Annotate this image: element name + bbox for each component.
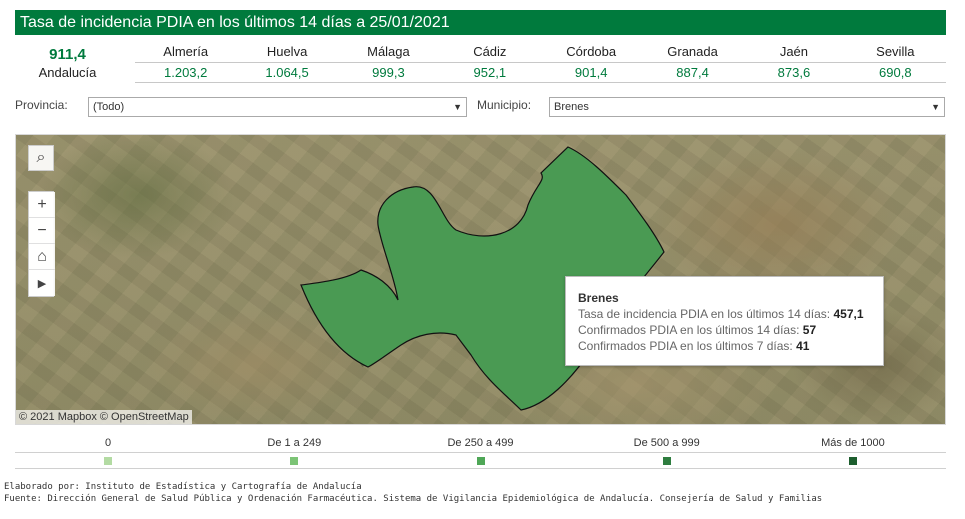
legend-swatch[interactable] — [104, 456, 113, 465]
municipality-filter-label: Municipio: — [477, 98, 532, 112]
tooltip-confirmed-14-row: Confirmados PDIA en los últimos 14 días:… — [578, 323, 817, 337]
legend: 0 De 1 a 249 De 250 a 499 De 500 a 999 M… — [15, 433, 946, 471]
municipality-tooltip: Brenes Tasa de incidencia PDIA en los úl… — [565, 276, 884, 366]
andalucia-total: 911,4 Andalucía — [15, 46, 120, 80]
footer-credit: Elaborado por: Instituto de Estadística … — [4, 482, 362, 492]
province-value: 999,3 — [372, 65, 405, 80]
footer: Elaborado por: Instituto de Estadística … — [4, 481, 822, 505]
map-view[interactable]: ⌕ + − ⌂ ▶ Brenes Tasa de incidencia PDIA… — [15, 134, 946, 425]
province-name: Córdoba — [566, 44, 617, 59]
municipality-select[interactable]: Brenes ▼ — [549, 97, 945, 117]
legend-swatches — [15, 453, 946, 469]
chevron-down-icon: ▼ — [453, 102, 462, 112]
map-attribution[interactable]: © 2021 Mapbox © OpenStreetMap — [16, 410, 192, 424]
province-select[interactable]: (Todo) ▼ — [88, 97, 467, 117]
province-value: 873,6 — [777, 65, 811, 80]
zoom-in-icon[interactable]: + — [29, 192, 55, 218]
province-name: Jaén — [779, 44, 809, 59]
province-name: Sevilla — [876, 44, 915, 59]
legend-swatch[interactable] — [662, 456, 671, 465]
province-names-row: Almería Huelva Málaga Cádiz Córdoba Gran… — [135, 40, 946, 63]
province-values-row: 1.203,2 1.064,5 999,3 952,1 901,4 887,4 … — [135, 63, 946, 83]
tooltip-confirmed-7-row: Confirmados PDIA en los últimos 7 días: … — [578, 339, 810, 353]
province-name: Málaga — [367, 44, 410, 59]
legend-label: Más de 1000 — [821, 437, 885, 449]
dashboard-title: Tasa de incidencia PDIA en los últimos 1… — [15, 10, 946, 35]
province-value: 901,4 — [574, 65, 608, 80]
province-name: Cádiz — [473, 44, 507, 59]
province-select-value: (Todo) — [93, 101, 125, 113]
province-filter-label: Provincia: — [15, 98, 68, 112]
search-icon[interactable]: ⌕ — [28, 145, 54, 171]
chevron-down-icon: ▼ — [931, 102, 940, 112]
total-label: Andalucía — [38, 65, 97, 80]
province-table: Almería Huelva Málaga Cádiz Córdoba Gran… — [135, 40, 946, 83]
province-name: Granada — [667, 44, 718, 59]
legend-label: De 1 a 249 — [267, 437, 322, 449]
province-value: 887,4 — [676, 65, 709, 80]
home-icon[interactable]: ⌂ — [29, 244, 55, 270]
map-toolbar: ⌕ + − ⌂ ▶ — [28, 145, 55, 297]
province-name: Huelva — [266, 44, 308, 59]
tooltip-incidence-row: Tasa de incidencia PDIA en los últimos 1… — [578, 307, 864, 321]
province-value: 1.064,5 — [265, 65, 309, 80]
footer-source: Fuente: Dirección General de Salud Públi… — [4, 494, 823, 504]
play-icon[interactable]: ▶ — [29, 270, 55, 296]
summary-panel: 911,4 Andalucía Almería Huelva Málaga Cá… — [15, 40, 946, 86]
province-name: Almería — [163, 44, 209, 59]
legend-swatch[interactable] — [476, 456, 485, 465]
municipality-select-value: Brenes — [554, 101, 589, 113]
legend-label: De 250 a 499 — [447, 437, 514, 449]
total-value: 911,4 — [49, 46, 86, 63]
province-value: 1.203,2 — [164, 65, 208, 80]
province-value: 690,8 — [879, 65, 912, 80]
legend-label: 0 — [105, 437, 112, 449]
province-value: 952,1 — [473, 65, 507, 80]
legend-labels: 0 De 1 a 249 De 250 a 499 De 500 a 999 M… — [15, 433, 946, 453]
tooltip-title: Brenes — [578, 291, 619, 305]
legend-swatch[interactable] — [290, 456, 299, 465]
zoom-controls: + − ⌂ ▶ — [28, 191, 55, 297]
legend-label: De 500 a 999 — [633, 437, 700, 449]
zoom-out-icon[interactable]: − — [29, 218, 55, 244]
legend-swatch[interactable] — [848, 456, 857, 465]
